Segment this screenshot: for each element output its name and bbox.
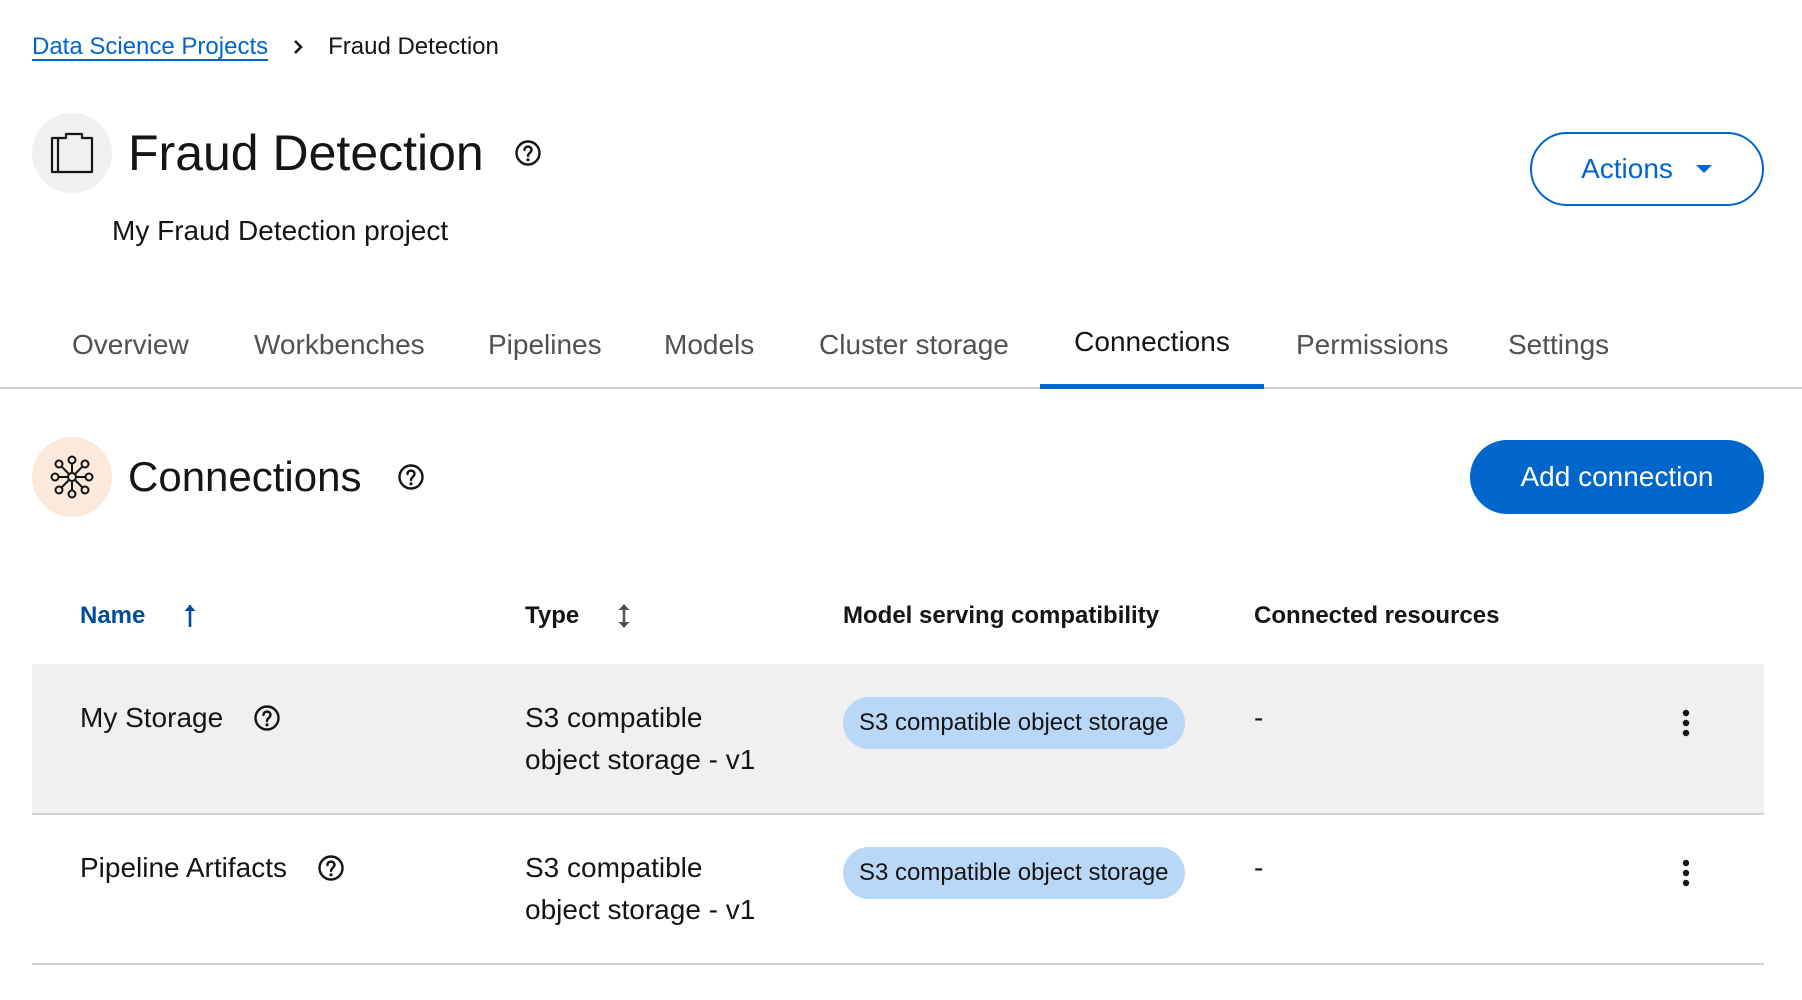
sort-ascending-icon[interactable] <box>183 603 197 629</box>
tab-settings[interactable]: Settings <box>1474 300 1643 389</box>
column-header-type[interactable]: Type <box>525 596 631 636</box>
connection-type-line2: object storage - v1 <box>525 744 756 775</box>
connections-section-icon <box>32 437 112 517</box>
breadcrumb: Data Science Projects Fraud Detection <box>32 30 499 64</box>
connection-type-line2: object storage - v1 <box>525 894 756 925</box>
column-header-connected-resources: Connected resources <box>1254 602 1500 629</box>
actions-label: Actions <box>1581 153 1673 184</box>
help-icon[interactable] <box>397 463 425 491</box>
actions-dropdown-button[interactable]: Actions <box>1530 132 1764 206</box>
tab-overview[interactable]: Overview <box>38 300 223 389</box>
connection-type-line1: S3 compatible <box>525 852 703 883</box>
table-row: Pipeline Artifacts S3 compatible object … <box>32 815 1764 965</box>
project-title: Fraud Detection <box>128 125 484 181</box>
column-header-compatibility: Model serving compatibility <box>843 602 1160 629</box>
network-icon <box>50 455 94 499</box>
column-header-name[interactable]: Name <box>80 596 197 636</box>
compatibility-label: S3 compatible object storage <box>843 697 1185 749</box>
tab-models[interactable]: Models <box>630 300 788 389</box>
compatibility-label: S3 compatible object storage <box>843 847 1185 899</box>
kebab-menu-icon[interactable] <box>1666 698 1706 748</box>
connection-name: My Storage <box>80 702 224 733</box>
connection-type: S3 compatible object storage - v1 <box>525 697 755 781</box>
page-title: Fraud Detection <box>128 118 542 188</box>
folder-icon <box>50 132 94 174</box>
column-header-name-label: Name <box>80 602 146 629</box>
connection-type: S3 compatible object storage - v1 <box>525 847 755 931</box>
chevron-right-icon <box>292 39 304 55</box>
connection-name-cell: My Storage <box>80 697 281 739</box>
connections-title: Connections <box>128 453 362 500</box>
project-tabs: Overview Workbenches Pipelines Models Cl… <box>0 300 1802 389</box>
tab-workbenches[interactable]: Workbenches <box>220 300 459 389</box>
tab-pipelines[interactable]: Pipelines <box>454 300 636 389</box>
tab-cluster-storage[interactable]: Cluster storage <box>785 300 1043 389</box>
kebab-menu-icon[interactable] <box>1666 848 1706 898</box>
add-connection-button[interactable]: Add connection <box>1470 440 1764 514</box>
table-row: My Storage S3 compatible object storage … <box>32 664 1764 815</box>
sort-icon[interactable] <box>617 602 631 630</box>
connection-name: Pipeline Artifacts <box>80 852 287 883</box>
help-icon[interactable] <box>317 854 345 882</box>
connected-resources: - <box>1254 702 1264 733</box>
tab-connections[interactable]: Connections <box>1040 300 1264 389</box>
caret-down-icon <box>1695 165 1712 173</box>
column-header-type-label: Type <box>525 602 580 629</box>
help-icon[interactable] <box>514 139 542 167</box>
project-description: My Fraud Detection project <box>112 215 449 246</box>
section-title: Connections <box>128 442 425 512</box>
connection-type-line1: S3 compatible <box>525 702 703 733</box>
breadcrumb-current: Fraud Detection <box>328 33 499 60</box>
connected-resources: - <box>1254 852 1264 883</box>
tab-permissions[interactable]: Permissions <box>1262 300 1482 389</box>
connection-name-cell: Pipeline Artifacts <box>80 847 345 889</box>
help-icon[interactable] <box>253 704 281 732</box>
project-icon <box>32 113 112 193</box>
breadcrumb-link-projects[interactable]: Data Science Projects <box>32 33 268 61</box>
